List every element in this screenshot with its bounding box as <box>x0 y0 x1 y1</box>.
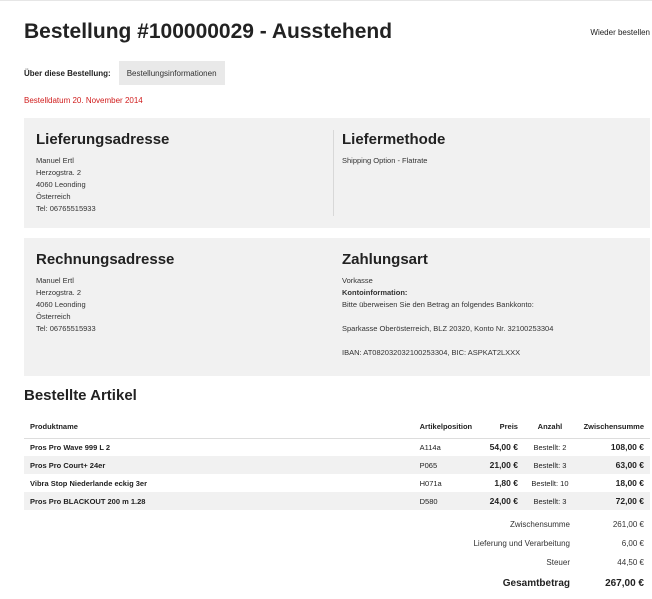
shipping-value: 6,00 € <box>621 539 644 548</box>
totals-row: Lieferung und Verarbeitung 6,00 € <box>24 534 650 553</box>
billing-address-box: Rechnungsadresse Manuel Ertl Herzogstra.… <box>36 238 326 335</box>
billing-address-title: Rechnungsadresse <box>36 251 175 268</box>
shipping-method-box: Liefermethode Shipping Option - Flatrate <box>342 118 642 167</box>
address-street: Herzogstra. 2 <box>36 288 82 297</box>
table-row: Pros Pro Wave 999 L 2 A114a 54,00 € Best… <box>24 438 650 456</box>
order-totals: Zwischensumme 261,00 € Lieferung und Ver… <box>24 515 650 594</box>
grand-total-row: Gesamtbetrag 267,00 € <box>24 572 650 594</box>
address-city: 4060 Leonding <box>36 180 86 189</box>
totals-row: Steuer 44,50 € <box>24 553 650 572</box>
product-price: 54,00 € <box>489 442 518 453</box>
column-header-qty: Anzahl <box>523 416 576 439</box>
bank-details: Sparkasse Oberösterreich, BLZ 20320, Kon… <box>342 324 554 333</box>
order-info-nav: Über diese Bestellung: Bestellungsinform… <box>24 61 225 85</box>
address-country: Österreich <box>36 312 71 321</box>
table-row: Pros Pro BLACKOUT 200 m 1.28 D580 24,00 … <box>24 492 650 510</box>
product-qty: Bestellt: 3 <box>523 492 576 510</box>
iban-details: IBAN: AT082032032100253304, BIC: ASPKAT2… <box>342 348 521 357</box>
product-qty: Bestellt: 3 <box>523 456 576 474</box>
address-name: Manuel Ertl <box>36 276 74 285</box>
tax-label: Steuer <box>546 558 570 567</box>
payment-method-value: Vorkasse <box>342 276 373 285</box>
tab-order-information[interactable]: Bestellungsinformationen <box>118 61 225 85</box>
address-name: Manuel Ertl <box>36 156 74 165</box>
address-phone: Tel: 06765515933 <box>36 204 96 213</box>
product-sku: D580 <box>413 492 484 510</box>
address-country: Österreich <box>36 192 71 201</box>
product-subtotal: 108,00 € <box>610 442 644 453</box>
address-phone: Tel: 06765515933 <box>36 324 96 333</box>
address-street: Herzogstra. 2 <box>36 168 82 177</box>
subtotal-value: 261,00 € <box>612 520 644 529</box>
payment-method-title: Zahlungsart <box>342 251 428 268</box>
product-name: Pros Pro BLACKOUT 200 m 1.28 <box>24 492 414 510</box>
shipping-info-panel: Lieferungsadresse Manuel Ertl Herzogstra… <box>24 118 650 228</box>
grand-total-label: Gesamtbetrag <box>502 577 570 589</box>
order-date: Bestelldatum 20. November 2014 <box>24 96 143 105</box>
ordered-items-title: Bestellte Artikel <box>24 387 137 404</box>
address-city: 4060 Leonding <box>36 300 86 309</box>
product-name: Pros Pro Court+ 24er <box>24 456 414 474</box>
table-header-row: Produktname Artikelposition Preis Anzahl… <box>24 416 650 439</box>
totals-row: Zwischensumme 261,00 € <box>24 515 650 534</box>
product-name: Vibra Stop Niederlande eckig 3er <box>30 478 147 488</box>
product-subtotal: 63,00 € <box>575 456 650 474</box>
product-price: 21,00 € <box>483 456 524 474</box>
table-row: Vibra Stop Niederlande eckig 3er H071a 1… <box>24 474 650 492</box>
column-header-price: Preis <box>483 416 524 439</box>
shipping-address-title: Lieferungsadresse <box>36 131 170 148</box>
column-header-subtotal: Zwischensumme <box>575 416 650 439</box>
payment-method-box: Zahlungsart Vorkasse Kontoinformation: B… <box>342 238 642 359</box>
shipping-label: Lieferung und Verarbeitung <box>473 539 570 548</box>
shipping-method-value: Shipping Option - Flatrate <box>342 156 428 165</box>
product-sku: P065 <box>413 456 484 474</box>
product-qty: Bestellt: 10 <box>531 478 569 488</box>
product-subtotal: 18,00 € <box>615 478 644 488</box>
shipping-address-box: Lieferungsadresse Manuel Ertl Herzogstra… <box>36 118 326 215</box>
product-sku: A114a <box>419 442 441 452</box>
table-row: Pros Pro Court+ 24er P065 21,00 € Bestel… <box>24 456 650 474</box>
grand-total-value: 267,00 € <box>605 577 644 589</box>
page-title: Bestellung #100000029 - Ausstehend <box>24 20 393 43</box>
tax-value: 44,50 € <box>617 558 644 567</box>
top-border <box>0 0 652 1</box>
column-header-product: Produktname <box>24 416 414 439</box>
product-sku: H071a <box>419 478 442 488</box>
payment-instruction: Bitte überweisen Sie den Betrag an folge… <box>342 300 534 309</box>
reorder-link[interactable]: Wieder bestellen <box>590 28 650 37</box>
column-header-sku: Artikelposition <box>413 416 484 439</box>
ordered-items-table: Produktname Artikelposition Preis Anzahl… <box>24 416 650 510</box>
billing-info-panel: Rechnungsadresse Manuel Ertl Herzogstra.… <box>24 238 650 376</box>
account-info-label: Kontoinformation: <box>342 288 408 297</box>
product-subtotal: 72,00 € <box>575 492 650 510</box>
product-name: Pros Pro Wave 999 L 2 <box>30 442 111 452</box>
column-divider <box>333 130 334 216</box>
about-order-label: Über diese Bestellung: <box>24 68 111 78</box>
product-qty: Bestellt: 2 <box>533 442 567 452</box>
shipping-method-title: Liefermethode <box>342 131 446 148</box>
product-price: 1,80 € <box>494 478 518 488</box>
subtotal-label: Zwischensumme <box>509 520 570 529</box>
product-price: 24,00 € <box>483 492 524 510</box>
